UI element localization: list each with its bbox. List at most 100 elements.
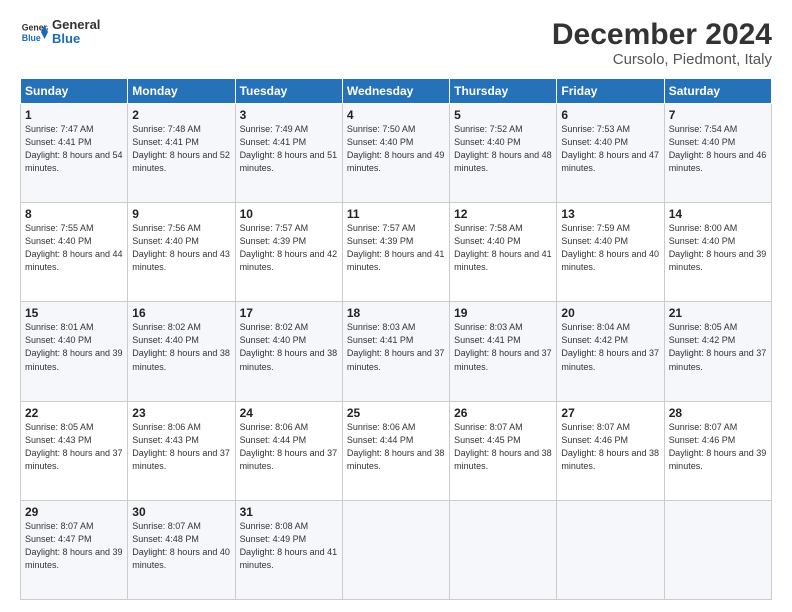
day-number: 30 xyxy=(132,505,230,519)
cell-info: Sunrise: 7:57 AMSunset: 4:39 PMDaylight:… xyxy=(347,223,445,272)
calendar-cell: 23 Sunrise: 8:06 AMSunset: 4:43 PMDaylig… xyxy=(128,401,235,500)
cell-info: Sunrise: 8:05 AMSunset: 4:43 PMDaylight:… xyxy=(25,422,123,471)
cell-info: Sunrise: 8:07 AMSunset: 4:47 PMDaylight:… xyxy=(25,521,123,570)
logo: General Blue General Blue xyxy=(20,18,100,47)
calendar-cell: 3 Sunrise: 7:49 AMSunset: 4:41 PMDayligh… xyxy=(235,104,342,203)
cell-info: Sunrise: 8:07 AMSunset: 4:46 PMDaylight:… xyxy=(669,422,767,471)
calendar-table: SundayMondayTuesdayWednesdayThursdayFrid… xyxy=(20,78,772,600)
cell-info: Sunrise: 7:48 AMSunset: 4:41 PMDaylight:… xyxy=(132,124,230,173)
calendar-cell: 7 Sunrise: 7:54 AMSunset: 4:40 PMDayligh… xyxy=(664,104,771,203)
calendar-cell: 6 Sunrise: 7:53 AMSunset: 4:40 PMDayligh… xyxy=(557,104,664,203)
cell-info: Sunrise: 8:05 AMSunset: 4:42 PMDaylight:… xyxy=(669,322,767,371)
calendar-cell: 28 Sunrise: 8:07 AMSunset: 4:46 PMDaylig… xyxy=(664,401,771,500)
day-number: 19 xyxy=(454,306,552,320)
col-header-sunday: Sunday xyxy=(21,79,128,104)
col-header-wednesday: Wednesday xyxy=(342,79,449,104)
calendar-cell: 20 Sunrise: 8:04 AMSunset: 4:42 PMDaylig… xyxy=(557,302,664,401)
day-number: 5 xyxy=(454,108,552,122)
cell-info: Sunrise: 7:49 AMSunset: 4:41 PMDaylight:… xyxy=(240,124,338,173)
day-number: 17 xyxy=(240,306,338,320)
day-number: 24 xyxy=(240,406,338,420)
calendar-cell: 26 Sunrise: 8:07 AMSunset: 4:45 PMDaylig… xyxy=(450,401,557,500)
title-block: December 2024 Cursolo, Piedmont, Italy xyxy=(552,18,772,68)
cell-info: Sunrise: 8:04 AMSunset: 4:42 PMDaylight:… xyxy=(561,322,659,371)
logo-line2: Blue xyxy=(52,32,100,46)
day-number: 20 xyxy=(561,306,659,320)
col-header-friday: Friday xyxy=(557,79,664,104)
day-number: 1 xyxy=(25,108,123,122)
cell-info: Sunrise: 7:58 AMSunset: 4:40 PMDaylight:… xyxy=(454,223,552,272)
cell-info: Sunrise: 8:00 AMSunset: 4:40 PMDaylight:… xyxy=(669,223,767,272)
cell-info: Sunrise: 8:07 AMSunset: 4:46 PMDaylight:… xyxy=(561,422,659,471)
calendar-cell: 22 Sunrise: 8:05 AMSunset: 4:43 PMDaylig… xyxy=(21,401,128,500)
cell-info: Sunrise: 8:06 AMSunset: 4:44 PMDaylight:… xyxy=(347,422,445,471)
col-header-saturday: Saturday xyxy=(664,79,771,104)
cell-info: Sunrise: 8:01 AMSunset: 4:40 PMDaylight:… xyxy=(25,322,123,371)
svg-text:Blue: Blue xyxy=(22,33,41,43)
cell-info: Sunrise: 7:56 AMSunset: 4:40 PMDaylight:… xyxy=(132,223,230,272)
day-number: 21 xyxy=(669,306,767,320)
day-number: 22 xyxy=(25,406,123,420)
cell-info: Sunrise: 7:53 AMSunset: 4:40 PMDaylight:… xyxy=(561,124,659,173)
calendar-cell: 24 Sunrise: 8:06 AMSunset: 4:44 PMDaylig… xyxy=(235,401,342,500)
calendar-cell: 30 Sunrise: 8:07 AMSunset: 4:48 PMDaylig… xyxy=(128,500,235,599)
page-subtitle: Cursolo, Piedmont, Italy xyxy=(552,51,772,68)
cell-info: Sunrise: 7:47 AMSunset: 4:41 PMDaylight:… xyxy=(25,124,123,173)
logo-line1: General xyxy=(52,18,100,32)
cell-info: Sunrise: 8:08 AMSunset: 4:49 PMDaylight:… xyxy=(240,521,338,570)
cell-info: Sunrise: 8:02 AMSunset: 4:40 PMDaylight:… xyxy=(132,322,230,371)
cell-info: Sunrise: 8:07 AMSunset: 4:45 PMDaylight:… xyxy=(454,422,552,471)
header: General Blue General Blue December 2024 … xyxy=(20,18,772,68)
calendar-cell: 8 Sunrise: 7:55 AMSunset: 4:40 PMDayligh… xyxy=(21,203,128,302)
calendar-cell: 17 Sunrise: 8:02 AMSunset: 4:40 PMDaylig… xyxy=(235,302,342,401)
calendar-cell: 29 Sunrise: 8:07 AMSunset: 4:47 PMDaylig… xyxy=(21,500,128,599)
day-number: 11 xyxy=(347,207,445,221)
day-number: 18 xyxy=(347,306,445,320)
calendar-cell: 9 Sunrise: 7:56 AMSunset: 4:40 PMDayligh… xyxy=(128,203,235,302)
calendar-cell: 15 Sunrise: 8:01 AMSunset: 4:40 PMDaylig… xyxy=(21,302,128,401)
col-header-thursday: Thursday xyxy=(450,79,557,104)
cell-info: Sunrise: 8:06 AMSunset: 4:44 PMDaylight:… xyxy=(240,422,338,471)
cell-info: Sunrise: 8:03 AMSunset: 4:41 PMDaylight:… xyxy=(347,322,445,371)
calendar-cell: 13 Sunrise: 7:59 AMSunset: 4:40 PMDaylig… xyxy=(557,203,664,302)
cell-info: Sunrise: 8:07 AMSunset: 4:48 PMDaylight:… xyxy=(132,521,230,570)
day-number: 8 xyxy=(25,207,123,221)
day-number: 14 xyxy=(669,207,767,221)
cell-info: Sunrise: 7:55 AMSunset: 4:40 PMDaylight:… xyxy=(25,223,123,272)
calendar-cell xyxy=(557,500,664,599)
day-number: 3 xyxy=(240,108,338,122)
day-number: 29 xyxy=(25,505,123,519)
page-title: December 2024 xyxy=(552,18,772,51)
cell-info: Sunrise: 7:50 AMSunset: 4:40 PMDaylight:… xyxy=(347,124,445,173)
page: General Blue General Blue December 2024 … xyxy=(0,0,792,612)
cell-info: Sunrise: 7:54 AMSunset: 4:40 PMDaylight:… xyxy=(669,124,767,173)
day-number: 12 xyxy=(454,207,552,221)
day-number: 6 xyxy=(561,108,659,122)
calendar-cell: 5 Sunrise: 7:52 AMSunset: 4:40 PMDayligh… xyxy=(450,104,557,203)
col-header-tuesday: Tuesday xyxy=(235,79,342,104)
cell-info: Sunrise: 7:57 AMSunset: 4:39 PMDaylight:… xyxy=(240,223,338,272)
calendar-cell: 12 Sunrise: 7:58 AMSunset: 4:40 PMDaylig… xyxy=(450,203,557,302)
calendar-cell xyxy=(664,500,771,599)
calendar-cell xyxy=(342,500,449,599)
day-number: 15 xyxy=(25,306,123,320)
day-number: 13 xyxy=(561,207,659,221)
day-number: 16 xyxy=(132,306,230,320)
day-number: 26 xyxy=(454,406,552,420)
day-number: 4 xyxy=(347,108,445,122)
calendar-cell: 27 Sunrise: 8:07 AMSunset: 4:46 PMDaylig… xyxy=(557,401,664,500)
day-number: 31 xyxy=(240,505,338,519)
cell-info: Sunrise: 8:03 AMSunset: 4:41 PMDaylight:… xyxy=(454,322,552,371)
day-number: 23 xyxy=(132,406,230,420)
calendar-cell: 1 Sunrise: 7:47 AMSunset: 4:41 PMDayligh… xyxy=(21,104,128,203)
calendar-cell: 21 Sunrise: 8:05 AMSunset: 4:42 PMDaylig… xyxy=(664,302,771,401)
calendar-cell: 31 Sunrise: 8:08 AMSunset: 4:49 PMDaylig… xyxy=(235,500,342,599)
calendar-cell: 2 Sunrise: 7:48 AMSunset: 4:41 PMDayligh… xyxy=(128,104,235,203)
calendar-cell: 19 Sunrise: 8:03 AMSunset: 4:41 PMDaylig… xyxy=(450,302,557,401)
calendar-cell: 14 Sunrise: 8:00 AMSunset: 4:40 PMDaylig… xyxy=(664,203,771,302)
calendar-cell xyxy=(450,500,557,599)
cell-info: Sunrise: 7:52 AMSunset: 4:40 PMDaylight:… xyxy=(454,124,552,173)
calendar-cell: 18 Sunrise: 8:03 AMSunset: 4:41 PMDaylig… xyxy=(342,302,449,401)
day-number: 28 xyxy=(669,406,767,420)
cell-info: Sunrise: 8:06 AMSunset: 4:43 PMDaylight:… xyxy=(132,422,230,471)
